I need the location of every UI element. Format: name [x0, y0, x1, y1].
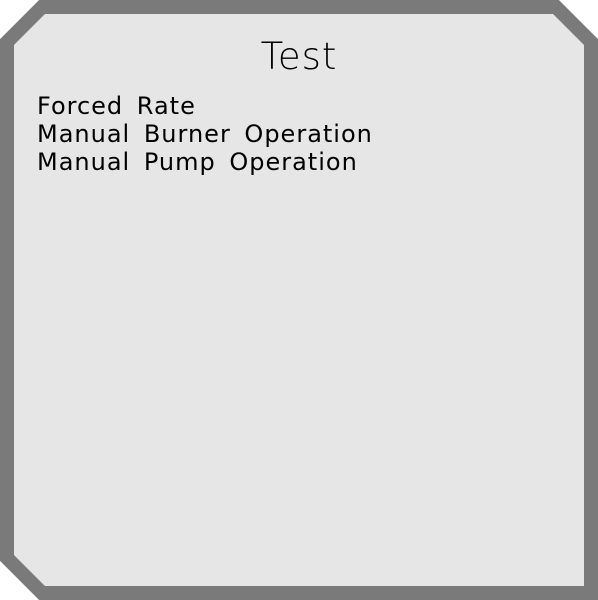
test-menu: Forced Rate Manual Burner Operation Manu… — [37, 92, 373, 176]
menu-item-manual-burner-operation[interactable]: Manual Burner Operation — [37, 120, 373, 148]
menu-item-forced-rate[interactable]: Forced Rate — [37, 92, 373, 120]
panel-frame — [0, 0, 598, 600]
menu-item-manual-pump-operation[interactable]: Manual Pump Operation — [37, 148, 373, 176]
panel-title: Test — [260, 35, 338, 78]
